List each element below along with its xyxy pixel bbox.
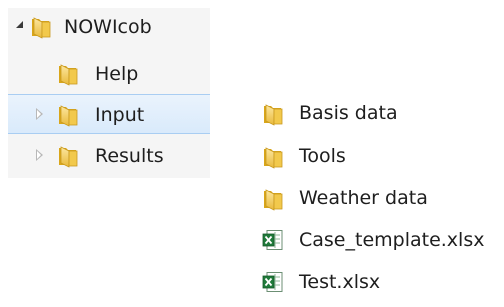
folder-icon xyxy=(262,187,284,211)
collapsed-triangle-icon[interactable] xyxy=(36,149,43,161)
list-item-basis-data[interactable]: Basis data xyxy=(250,96,504,132)
list-item-label: Test.xlsx xyxy=(299,271,381,293)
tree-item-root[interactable]: NOWIcob xyxy=(8,8,210,48)
folder-icon xyxy=(262,145,284,169)
tree-item-label: Results xyxy=(95,145,164,167)
folder-icon xyxy=(30,15,52,39)
file-list: Basis data Tools Weather data Case_templ… xyxy=(250,90,504,300)
folder-tree: NOWIcob Help Input Results xyxy=(8,8,210,178)
expanded-triangle-icon[interactable] xyxy=(16,21,23,28)
tree-item-label: NOWIcob xyxy=(64,16,152,38)
list-item-case-template[interactable]: Case_template.xlsx xyxy=(250,223,504,259)
folder-icon xyxy=(57,62,79,86)
tree-item-label: Help xyxy=(95,63,139,85)
list-item-weather-data[interactable]: Weather data xyxy=(250,181,504,217)
excel-file-icon xyxy=(262,271,284,293)
list-item-tools[interactable]: Tools xyxy=(250,139,504,175)
tree-item-results[interactable]: Results xyxy=(8,136,210,176)
tree-item-help[interactable]: Help xyxy=(8,53,210,93)
folder-icon xyxy=(57,103,79,127)
collapsed-triangle-icon[interactable] xyxy=(36,108,43,120)
excel-file-icon xyxy=(262,229,284,251)
tree-item-input[interactable]: Input xyxy=(8,94,210,134)
list-item-test[interactable]: Test.xlsx xyxy=(250,265,504,301)
tree-item-label: Input xyxy=(95,104,145,126)
folder-icon xyxy=(262,102,284,126)
list-item-label: Case_template.xlsx xyxy=(299,229,485,251)
folder-icon xyxy=(57,144,79,168)
list-item-label: Tools xyxy=(299,145,346,167)
list-item-label: Basis data xyxy=(299,102,398,124)
list-item-label: Weather data xyxy=(299,187,428,209)
